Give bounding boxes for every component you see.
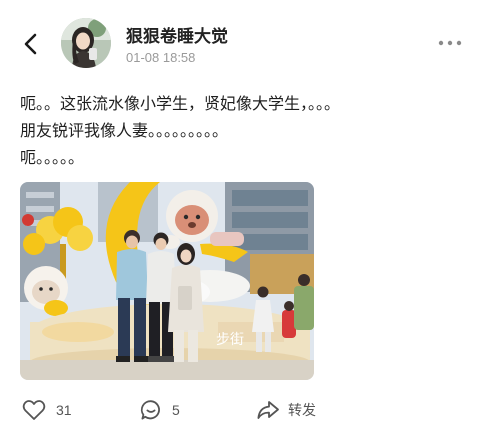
back-button[interactable] [18,30,44,58]
more-dots-icon [438,40,462,46]
post-text-line: 呃。。。。。 [20,148,85,167]
photo-image: 步街 [20,182,314,380]
stage-sign-text: 步街 [216,332,244,348]
comment-button[interactable]: 5 [140,396,180,424]
share-label: 转发 [288,403,316,419]
post-text-line: 呃。。这张流水像小学生，贤妃像大学生，。。。 [20,94,341,113]
post-header: 狠狠卷睡大觉 01-08 18:58 [0,0,480,80]
comment-count: 5 [172,402,180,418]
post-photo[interactable]: 步街 [20,182,314,380]
post-text-line: 朋友锐评我像人妻。。。。。。。。。 [20,121,229,140]
post-timestamp: 01-08 18:58 [126,50,196,65]
share-button[interactable]: 转发 [256,396,316,424]
heart-icon [22,400,46,420]
more-button[interactable] [436,34,464,52]
author-name[interactable]: 狠狠卷睡大觉 [126,22,228,47]
like-button[interactable]: 31 [22,396,72,424]
author-avatar[interactable] [61,18,111,68]
post-text: 呃。。这张流水像小学生，贤妃像大学生，。。。 朋友锐评我像人妻。。。。。。。。。… [20,90,470,171]
like-count: 31 [56,402,72,418]
action-bar: 31 5 转发 [0,392,480,428]
chevron-left-icon [24,33,37,55]
avatar-image [61,18,111,68]
share-icon [257,401,279,419]
comment-icon [140,400,160,420]
